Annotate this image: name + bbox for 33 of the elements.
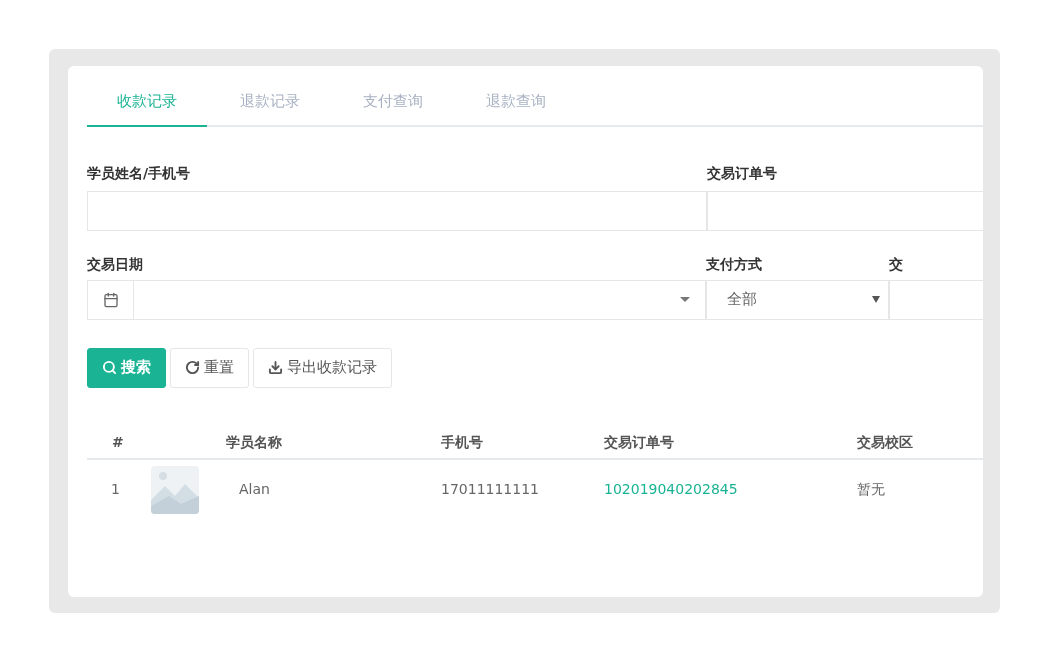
date-field[interactable] [87,279,706,320]
column-header: 学员名称 [226,434,282,450]
column-header: 交易校区 [857,434,913,450]
tab[interactable]: 收款记录 [87,90,207,127]
table-cell: 17011111111 [441,481,539,497]
caret-icon [680,297,690,302]
reset-button[interactable]: 重置 [170,347,249,388]
column-header: # [112,434,124,450]
download-icon [268,360,283,375]
field-label: 交易订单号 [707,163,778,183]
column-header: 手机号 [441,434,483,450]
calendar-icon [102,291,119,308]
tab[interactable]: 退款记录 [210,90,330,127]
input-field[interactable] [707,190,983,231]
field-label: 学员姓名/手机号 [87,163,192,183]
select-field[interactable]: 全部 [706,279,889,320]
field-label: 交 [889,254,904,274]
field-label: 支付方式 [706,254,763,274]
input-field[interactable] [889,279,983,320]
refresh-icon [185,360,200,375]
order-link[interactable]: 102019040202845 [604,481,738,497]
table-cell: 1 [111,481,120,497]
column-header: 交易订单号 [604,434,674,450]
field-label: 交易日期 [87,254,144,274]
tab[interactable]: 支付查询 [333,90,453,127]
search-button[interactable]: 搜索 [87,347,166,388]
table-cell: 暂无 [857,481,885,497]
input-field[interactable] [87,190,707,231]
table-cell: Alan [239,481,270,497]
search-icon [102,360,117,375]
export-button[interactable]: 导出收款记录 [253,347,392,388]
caret-icon [872,296,880,303]
tab[interactable]: 退款查询 [456,90,576,127]
